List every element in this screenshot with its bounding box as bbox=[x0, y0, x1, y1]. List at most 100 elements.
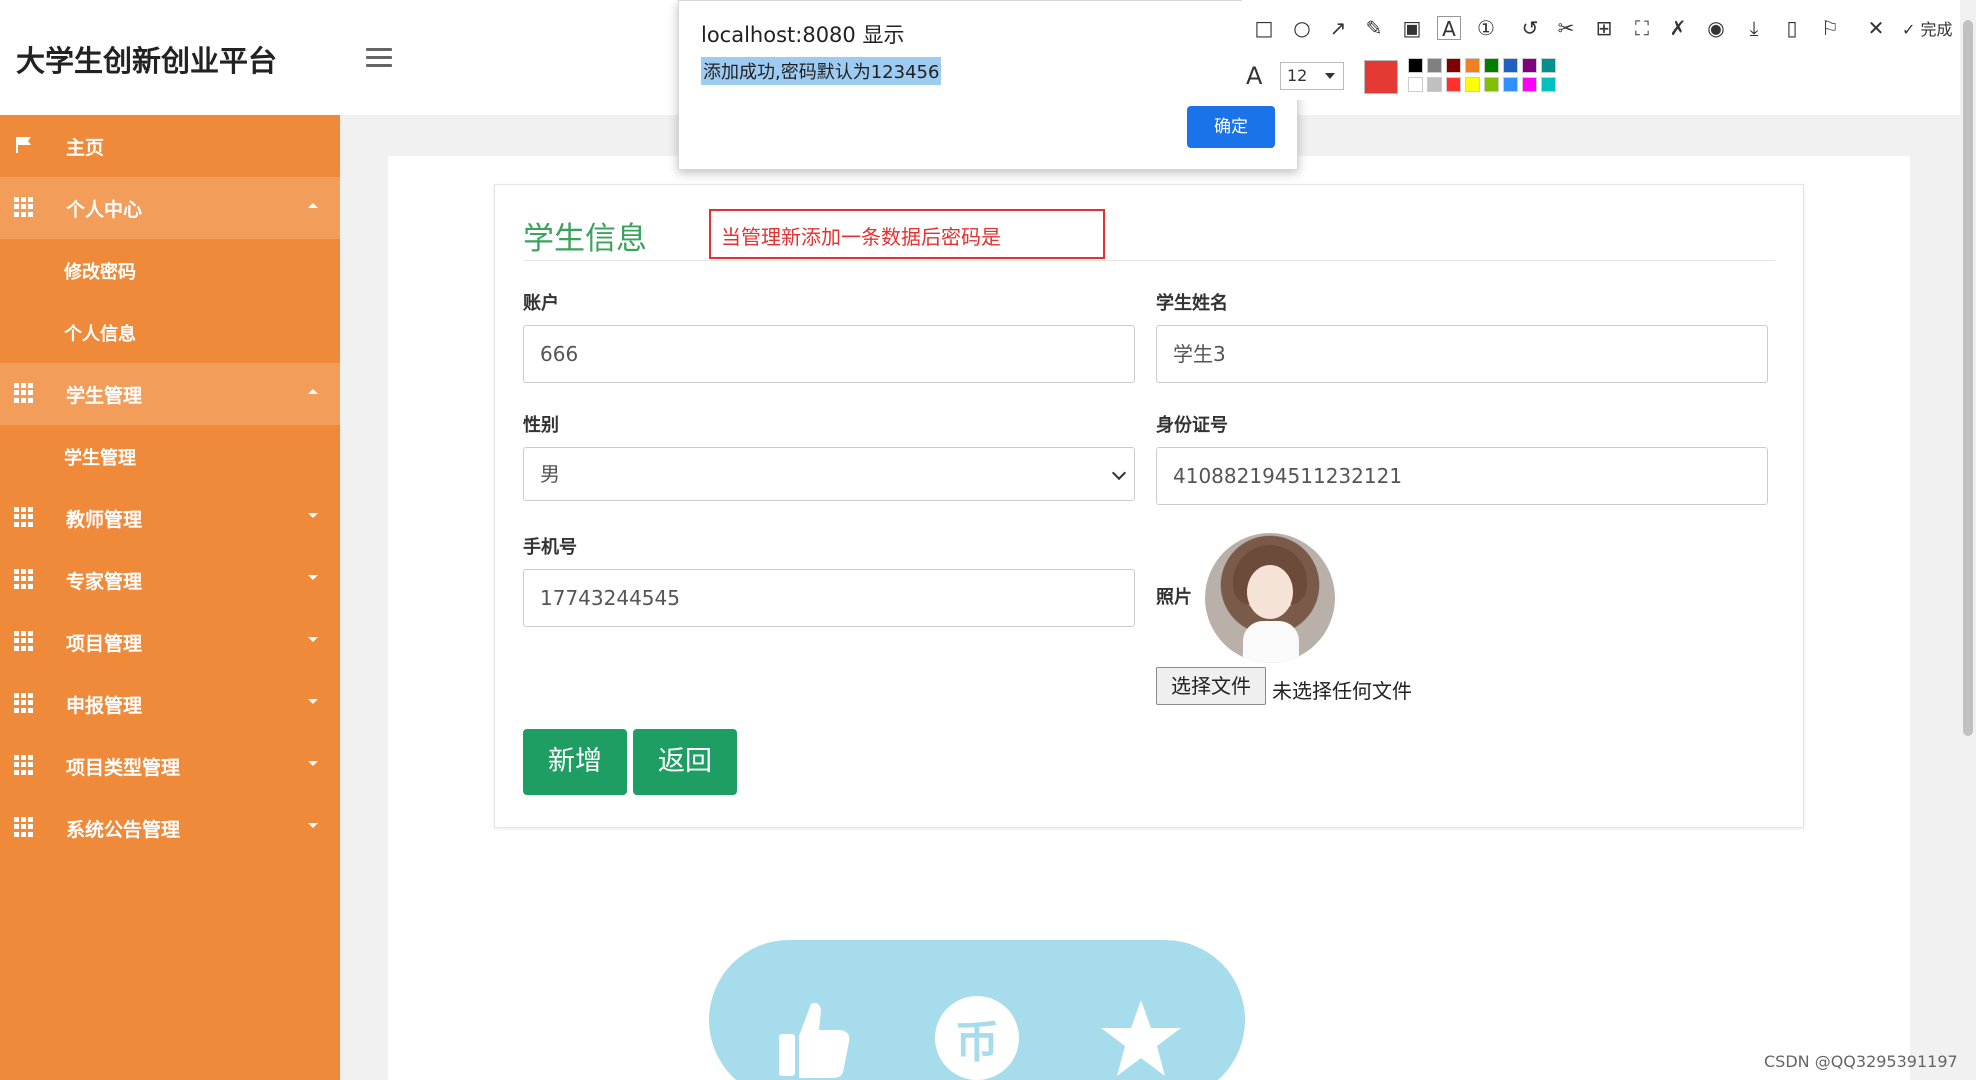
sidebar-item-label: 教师管理 bbox=[66, 509, 143, 531]
sidebar-item-label: 申报管理 bbox=[66, 695, 143, 717]
floating-action-bar: 币 bbox=[709, 940, 1245, 1080]
coin-icon[interactable]: 币 bbox=[935, 996, 1019, 1080]
thumbs-up-icon[interactable] bbox=[771, 996, 855, 1080]
sidebar-item-label: 系统公告管理 bbox=[66, 819, 181, 841]
sidebar-item-label: 主页 bbox=[66, 137, 105, 159]
color-swatch[interactable] bbox=[1427, 77, 1442, 92]
grid-icon bbox=[14, 631, 34, 651]
phone-input[interactable]: 17743244545 bbox=[523, 569, 1135, 627]
page-scrollbar[interactable] bbox=[1960, 0, 1976, 1080]
account-input[interactable]: 666 bbox=[523, 325, 1135, 383]
ellipse-tool-icon[interactable]: ○ bbox=[1290, 16, 1314, 40]
download-icon[interactable]: ⤓ bbox=[1742, 16, 1766, 40]
text-tool-icon[interactable]: A bbox=[1437, 16, 1461, 41]
done-label: 完成 bbox=[1920, 20, 1953, 39]
color-swatch[interactable] bbox=[1465, 58, 1480, 73]
rectangle-tool-icon[interactable]: □ bbox=[1252, 16, 1276, 40]
number-tool-icon[interactable]: ① bbox=[1474, 16, 1498, 40]
record-icon[interactable]: ◉ bbox=[1704, 16, 1728, 40]
annotation-textbox[interactable]: 当管理新添加一条数据后密码是 bbox=[709, 209, 1105, 259]
gender-label: 性别 bbox=[523, 415, 559, 436]
sidebar-item-label: 修改密码 bbox=[64, 262, 136, 283]
close-icon[interactable]: ✕ bbox=[1864, 16, 1888, 40]
color-swatch[interactable] bbox=[1484, 77, 1499, 92]
translate-tool-icon[interactable]: ⊞ bbox=[1592, 16, 1616, 40]
color-swatch[interactable] bbox=[1541, 58, 1556, 73]
color-swatch[interactable] bbox=[1427, 58, 1442, 73]
sidebar-item-label: 学生管理 bbox=[64, 448, 136, 469]
grid-icon bbox=[14, 197, 34, 217]
back-button[interactable]: 返回 bbox=[633, 729, 737, 795]
grid-icon bbox=[14, 507, 34, 527]
sidebar-subitem-change-password[interactable]: 修改密码 bbox=[0, 239, 340, 301]
font-size-select[interactable]: 12 bbox=[1280, 62, 1344, 90]
star-icon[interactable] bbox=[1099, 996, 1183, 1080]
color-swatch[interactable] bbox=[1408, 58, 1423, 73]
sidebar-item-project-mgmt[interactable]: 项目管理 bbox=[0, 611, 340, 673]
account-label: 账户 bbox=[523, 293, 559, 314]
scrollbar-thumb[interactable] bbox=[1963, 20, 1973, 736]
sidebar-item-announcement-mgmt[interactable]: 系统公告管理 bbox=[0, 797, 340, 859]
sidebar-item-teacher-mgmt[interactable]: 教师管理 bbox=[0, 487, 340, 549]
alert-dialog: localhost:8080 显示 添加成功,密码默认为123456 确定 bbox=[678, 0, 1298, 170]
color-swatch[interactable] bbox=[1446, 58, 1461, 73]
save-icon[interactable]: ▯ bbox=[1780, 16, 1804, 40]
sidebar-item-home[interactable]: 主页 bbox=[0, 115, 340, 177]
grid-icon bbox=[14, 817, 34, 837]
grid-icon bbox=[14, 755, 34, 775]
caret-up-icon bbox=[308, 203, 318, 208]
caret-up-icon bbox=[308, 389, 318, 394]
gender-select-value: 男 bbox=[540, 462, 560, 486]
color-swatch[interactable] bbox=[1503, 77, 1518, 92]
sidebar-item-expert-mgmt[interactable]: 专家管理 bbox=[0, 549, 340, 611]
screenshot-toolbar: □ ○ ↗ ✎ ▣ A ① ↺ ✂ ⊞ ⛶ ✗ ◉ ⤓ ▯ ⚐ ✕ ✓ 完成 A… bbox=[1242, 0, 1960, 100]
student-info-form: 学生信息 当管理新添加一条数据后密码是 账户 666 学生姓名 学生3 性别 男… bbox=[494, 184, 1804, 828]
alert-ok-button[interactable]: 确定 bbox=[1187, 106, 1275, 148]
color-swatch[interactable] bbox=[1465, 77, 1480, 92]
grid-icon bbox=[14, 693, 34, 713]
sidebar-item-label: 学生管理 bbox=[66, 385, 143, 407]
scissor-tool-icon[interactable]: ✂ bbox=[1554, 16, 1578, 40]
sidebar-subitem-personal-info[interactable]: 个人信息 bbox=[0, 301, 340, 363]
pen-tool-icon[interactable]: ✎ bbox=[1362, 16, 1386, 40]
caret-down-icon bbox=[308, 823, 318, 828]
current-color-swatch[interactable] bbox=[1364, 60, 1398, 94]
mosaic-tool-icon[interactable]: ▣ bbox=[1400, 16, 1424, 40]
color-swatch[interactable] bbox=[1522, 58, 1537, 73]
color-swatch[interactable] bbox=[1484, 58, 1499, 73]
menu-toggle-icon[interactable] bbox=[366, 48, 392, 67]
caret-down-icon bbox=[308, 575, 318, 580]
sidebar-item-label: 项目管理 bbox=[66, 633, 143, 655]
color-swatch[interactable] bbox=[1541, 77, 1556, 92]
sidebar-item-personal-center[interactable]: 个人中心 bbox=[0, 177, 340, 239]
photo-label: 照片 bbox=[1156, 587, 1192, 608]
font-icon: A bbox=[1246, 62, 1263, 90]
done-button[interactable]: ✓ 完成 bbox=[1902, 16, 1953, 40]
add-button[interactable]: 新增 bbox=[523, 729, 627, 795]
gender-select[interactable]: 男 bbox=[523, 447, 1135, 501]
annotation-text: 当管理新添加一条数据后密码是 bbox=[721, 225, 1001, 249]
sidebar-item-student-mgmt[interactable]: 学生管理 bbox=[0, 363, 340, 425]
color-swatch[interactable] bbox=[1522, 77, 1537, 92]
bookmark-icon[interactable]: ⚐ bbox=[1818, 16, 1842, 40]
color-swatch[interactable] bbox=[1408, 77, 1423, 92]
caret-down-icon bbox=[308, 513, 318, 518]
long-capture-icon[interactable]: ⛶ bbox=[1630, 16, 1654, 40]
grid-icon bbox=[14, 569, 34, 589]
id-card-label: 身份证号 bbox=[1156, 415, 1228, 436]
choose-file-button[interactable]: 选择文件 bbox=[1156, 667, 1266, 705]
id-card-input[interactable]: 410882194511232121 bbox=[1156, 447, 1768, 505]
student-photo bbox=[1205, 533, 1335, 663]
color-swatch[interactable] bbox=[1503, 58, 1518, 73]
sidebar-item-project-type-mgmt[interactable]: 项目类型管理 bbox=[0, 735, 340, 797]
caret-down-icon bbox=[308, 699, 318, 704]
sidebar-item-label: 专家管理 bbox=[66, 571, 143, 593]
undo-icon[interactable]: ↺ bbox=[1518, 16, 1542, 40]
student-name-input[interactable]: 学生3 bbox=[1156, 325, 1768, 383]
color-swatch[interactable] bbox=[1446, 77, 1461, 92]
pin-icon[interactable]: ✗ bbox=[1666, 16, 1690, 40]
arrow-tool-icon[interactable]: ↗ bbox=[1326, 16, 1350, 40]
sidebar-subitem-student-mgmt[interactable]: 学生管理 bbox=[0, 425, 340, 487]
sidebar-item-label: 个人信息 bbox=[64, 324, 136, 345]
sidebar-item-application-mgmt[interactable]: 申报管理 bbox=[0, 673, 340, 735]
